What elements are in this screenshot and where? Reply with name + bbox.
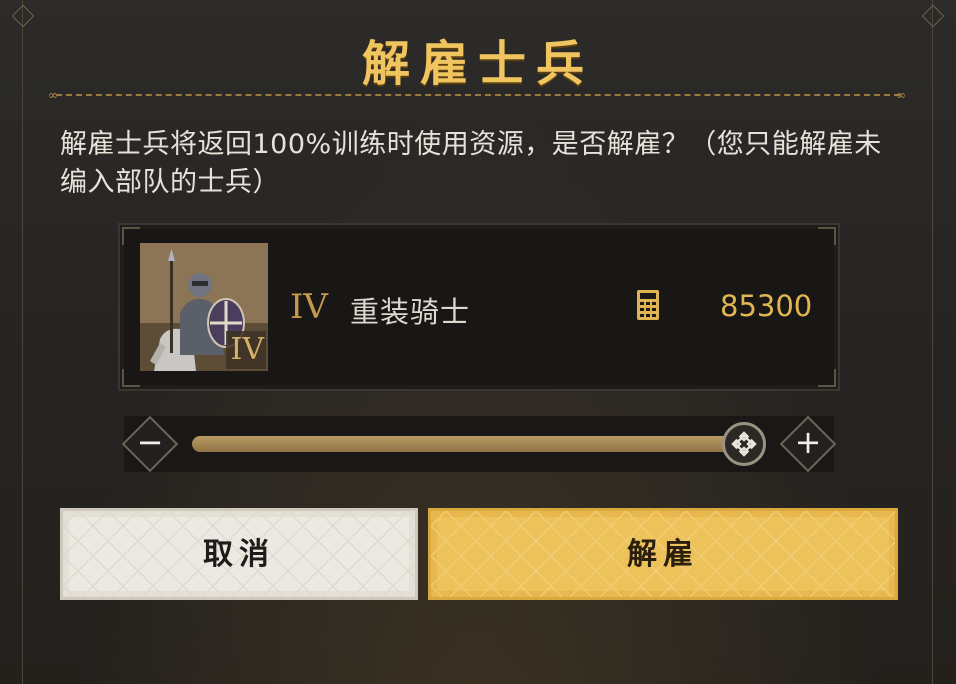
- dismiss-count: 85300: [720, 289, 813, 323]
- confirm-dismiss-button[interactable]: 解雇: [428, 508, 898, 600]
- slider-fill[interactable]: [192, 436, 742, 452]
- dismiss-message: 解雇士兵将返回100%训练时使用资源，是否解雇？（您只能解雇未编入部队的士兵）: [60, 129, 882, 198]
- diamond-knot-icon: [731, 431, 757, 457]
- portrait-tier-badge: IV: [230, 332, 264, 367]
- minus-icon: −: [136, 423, 164, 461]
- unit-panel: IV IV 重装骑士 85300: [118, 223, 840, 391]
- panel-corner-ornament: [122, 369, 140, 387]
- slider-thumb[interactable]: [722, 422, 766, 466]
- barracks-calculator-icon: [636, 289, 660, 321]
- cancel-button[interactable]: 取消: [60, 508, 418, 600]
- dialog-title: 解雇士兵: [361, 36, 594, 92]
- title-divider: [56, 94, 900, 96]
- plus-icon: +: [794, 423, 822, 461]
- left-frame-border: [22, 0, 23, 684]
- dismiss-soldiers-dialog: 解雇士兵 ∞ ∞ 解雇士兵将返回100%训练时使用资源，是否解雇？（您只能解雇未…: [0, 0, 956, 684]
- panel-corner-ornament: [818, 369, 836, 387]
- rule-right-ornament: ∞: [896, 88, 906, 102]
- confirm-label: 解雇: [627, 537, 699, 572]
- panel-corner-ornament: [818, 227, 836, 245]
- unit-portrait: IV: [140, 243, 268, 371]
- cancel-label: 取消: [203, 537, 275, 572]
- panel-corner-ornament: [122, 227, 140, 245]
- unit-name: 重装骑士: [350, 295, 471, 329]
- right-frame-border: [932, 0, 933, 684]
- unit-tier: IV: [290, 287, 328, 327]
